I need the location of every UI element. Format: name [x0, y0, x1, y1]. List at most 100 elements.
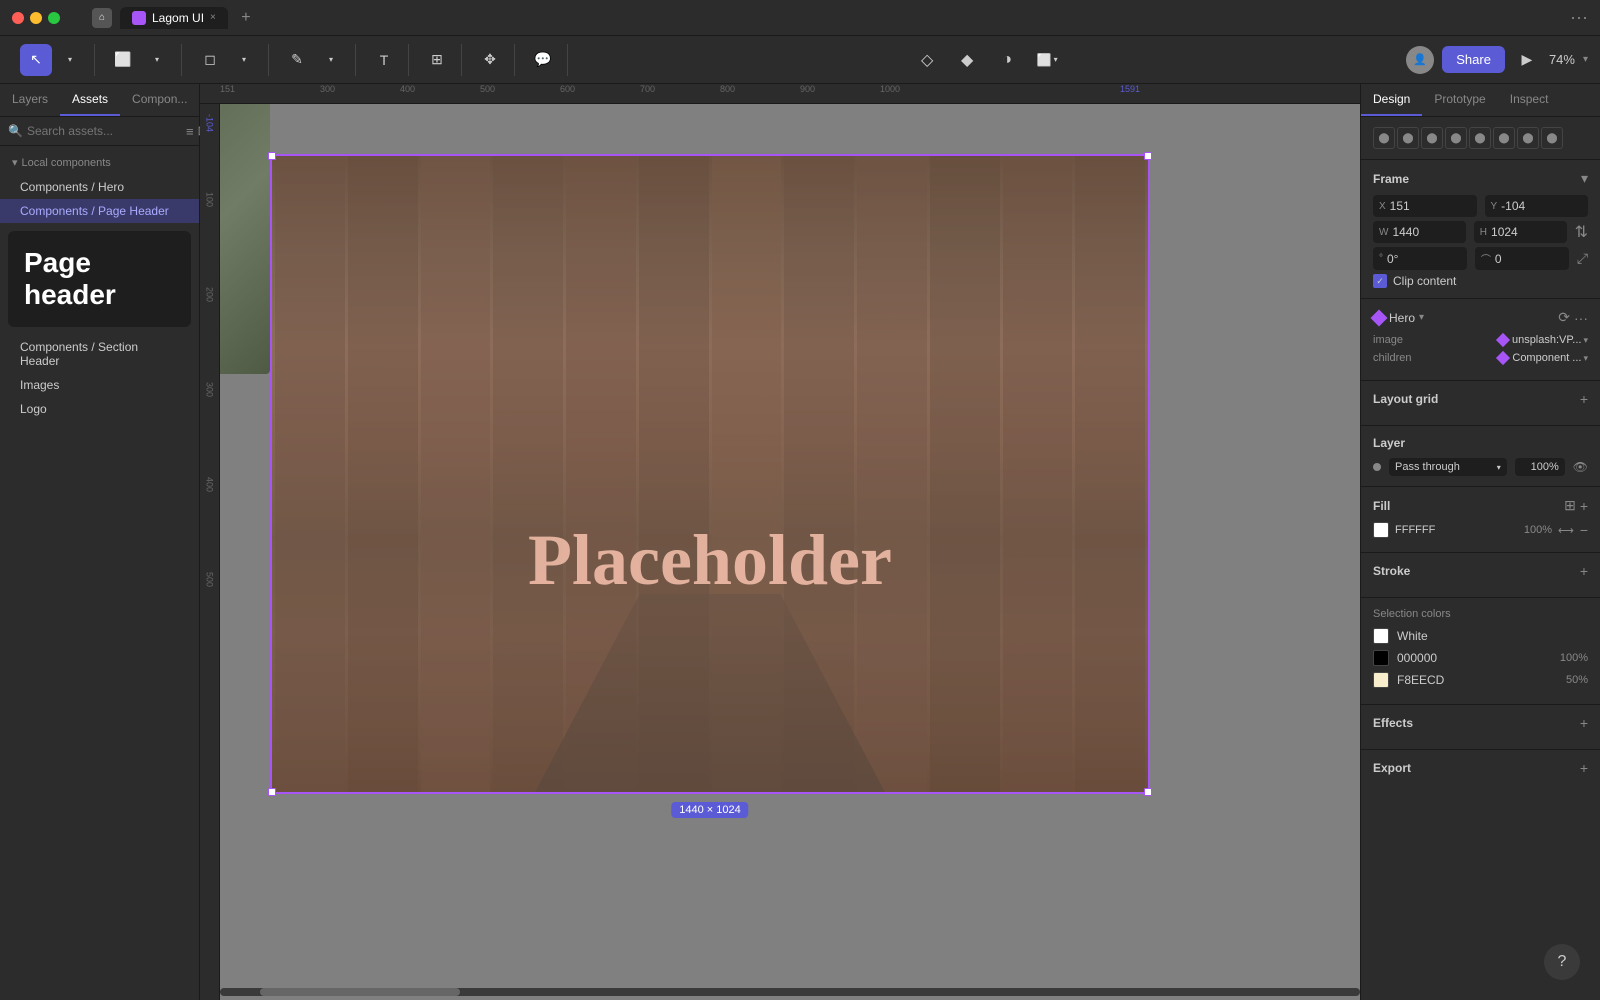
share-button[interactable]: Share	[1442, 46, 1505, 73]
pen-dropdown[interactable]: ▾	[315, 44, 347, 76]
text-tool[interactable]: T	[368, 44, 400, 76]
select-dropdown[interactable]: ▾	[54, 44, 86, 76]
stroke-add-button[interactable]: +	[1580, 563, 1588, 579]
layout-grid-add-button[interactable]: +	[1580, 391, 1588, 407]
library-button[interactable]: ⬜▾	[1031, 44, 1063, 76]
tab-inspect[interactable]: Inspect	[1498, 84, 1561, 116]
prop-image-value[interactable]: unsplash:VP... ▾	[1498, 334, 1588, 346]
prop-children-chevron-icon[interactable]: ▾	[1583, 353, 1588, 364]
close-button[interactable]	[12, 12, 24, 24]
layer-mode-dropdown[interactable]: Pass through ▾	[1389, 458, 1507, 476]
sidebar-item-logo[interactable]: Logo	[0, 397, 199, 421]
sidebar-item-hero[interactable]: Components / Hero	[0, 175, 199, 199]
frame-tool[interactable]: ⬜	[107, 44, 139, 76]
align-center-h[interactable]: ⬤	[1397, 127, 1419, 149]
right-panel-tabs: Design Prototype Inspect	[1361, 84, 1600, 117]
more-options-icon[interactable]: ···	[1570, 7, 1588, 27]
expand-button[interactable]: ⤢	[1577, 247, 1588, 270]
prop-children-label: children	[1373, 352, 1412, 364]
tab-design[interactable]: Design	[1361, 84, 1422, 116]
new-tab-button[interactable]: +	[236, 8, 256, 28]
tab-components[interactable]: Compon...	[120, 84, 199, 116]
home-icon[interactable]: ⌂	[92, 8, 112, 28]
hand-tool[interactable]: ✥	[474, 44, 506, 76]
tab-layers[interactable]: Layers	[0, 84, 60, 116]
sc-item-white[interactable]: White	[1373, 628, 1588, 644]
fill-grid-icon[interactable]: ⊞	[1564, 497, 1576, 514]
canvas-content[interactable]: Placeholder 1440 × 1024	[220, 104, 1360, 1000]
horizontal-scrollbar[interactable]	[220, 988, 1360, 996]
component-more-icon[interactable]: ···	[1574, 309, 1588, 326]
component-reset-icon[interactable]: ⟳	[1558, 309, 1570, 326]
prop-chevron-icon[interactable]: ▾	[1583, 335, 1588, 346]
distribute-v[interactable]: ⬤	[1541, 127, 1563, 149]
canvas-frame[interactable]: Placeholder 1440 × 1024	[270, 154, 1150, 794]
list-view-button[interactable]: ≡	[186, 124, 194, 139]
fill-remove-button[interactable]: −	[1580, 522, 1588, 538]
align-left[interactable]: ⬤	[1373, 127, 1395, 149]
sc-item-000000[interactable]: 000000 100%	[1373, 650, 1588, 666]
color-mode-toggle[interactable]: ◑	[991, 44, 1023, 76]
align-top[interactable]: ⬤	[1445, 127, 1467, 149]
shape-dropdown[interactable]: ▾	[228, 44, 260, 76]
align-center-v[interactable]: ⬤	[1469, 127, 1491, 149]
fill-hex-value[interactable]: FFFFFF	[1395, 524, 1518, 536]
minimize-button[interactable]	[30, 12, 42, 24]
effects-add-button[interactable]: +	[1580, 715, 1588, 731]
comment-tool[interactable]: 💬	[527, 44, 559, 76]
tab-assets[interactable]: Assets	[60, 84, 120, 116]
sidebar-item-page-header[interactable]: Components / Page Header	[0, 199, 199, 223]
export-add-button[interactable]: +	[1580, 760, 1588, 776]
scrollbar-thumb[interactable]	[260, 988, 460, 996]
component-tool[interactable]: ⊞	[421, 44, 453, 76]
layer-opacity-field[interactable]: 100%	[1515, 458, 1565, 476]
eye-icon[interactable]: 👁	[1573, 460, 1588, 474]
play-button[interactable]: ▶	[1513, 46, 1541, 74]
fill-section: Fill ⊞ + FFFFFF 100% ⟷ −	[1361, 487, 1600, 553]
pen-tools: ✎ ▾	[273, 44, 356, 76]
prop-children-value[interactable]: Component ... ▾	[1498, 352, 1588, 364]
tab-prototype[interactable]: Prototype	[1422, 84, 1497, 116]
sc-item-f8eecd[interactable]: F8EECD 50%	[1373, 672, 1588, 688]
fill-blend-icon[interactable]: ⟷	[1558, 524, 1574, 537]
h-field[interactable]: H 1024	[1474, 221, 1567, 243]
sidebar-item-images[interactable]: Images	[0, 373, 199, 397]
local-components-label[interactable]: ▾ Local components	[0, 150, 199, 175]
fill-opacity-value[interactable]: 100%	[1524, 524, 1552, 536]
sidebar-item-section-header[interactable]: Components / Section Header	[0, 335, 199, 373]
fill-add-button[interactable]: +	[1580, 497, 1588, 514]
resize-proportional-button[interactable]: ⇅	[1575, 221, 1588, 243]
x-field[interactable]: X 151	[1373, 195, 1477, 217]
user-avatar[interactable]: 👤	[1406, 46, 1434, 74]
search-input[interactable]	[27, 124, 182, 138]
distribute-h[interactable]: ⬤	[1517, 127, 1539, 149]
zoom-dropdown-icon[interactable]: ▾	[1583, 54, 1588, 65]
tab-lagom-ui[interactable]: Lagom UI ×	[120, 7, 228, 29]
frame-dropdown[interactable]: ▾	[141, 44, 173, 76]
align-bottom[interactable]: ⬤	[1493, 127, 1515, 149]
align-right[interactable]: ⬤	[1421, 127, 1443, 149]
variable-tool-1[interactable]: ◇	[911, 44, 943, 76]
tab-close-icon[interactable]: ×	[210, 12, 216, 23]
w-field[interactable]: W 1440	[1373, 221, 1466, 243]
help-button[interactable]: ?	[1544, 944, 1580, 980]
frame-options-button[interactable]: ▾	[1581, 170, 1588, 187]
ruler-v-mark-104: -104	[205, 114, 215, 132]
fill-row: FFFFFF 100% ⟷ −	[1373, 522, 1588, 538]
y-field[interactable]: Y -104	[1485, 195, 1589, 217]
clip-content-checkbox[interactable]: ✓	[1373, 274, 1387, 288]
angle-field[interactable]: ° 0°	[1373, 247, 1467, 270]
frame-section-header: Frame ▾	[1373, 170, 1588, 187]
corner-field[interactable]: ⌒ 0	[1475, 247, 1569, 270]
ruler-mark-151: 151	[220, 84, 235, 94]
stroke-section-header: Stroke +	[1373, 563, 1588, 579]
canvas-area[interactable]: 151 300 400 500 600 700 800 900 1000 159…	[200, 84, 1360, 1000]
pen-tool[interactable]: ✎	[281, 44, 313, 76]
fill-color-swatch[interactable]	[1373, 522, 1389, 538]
component-chevron-icon[interactable]: ▾	[1419, 312, 1424, 323]
shape-tool[interactable]: ◻	[194, 44, 226, 76]
select-tool[interactable]: ↖	[20, 44, 52, 76]
maximize-button[interactable]	[48, 12, 60, 24]
frame-section-title: Frame	[1373, 172, 1409, 186]
variable-tool-2[interactable]: ◆	[951, 44, 983, 76]
